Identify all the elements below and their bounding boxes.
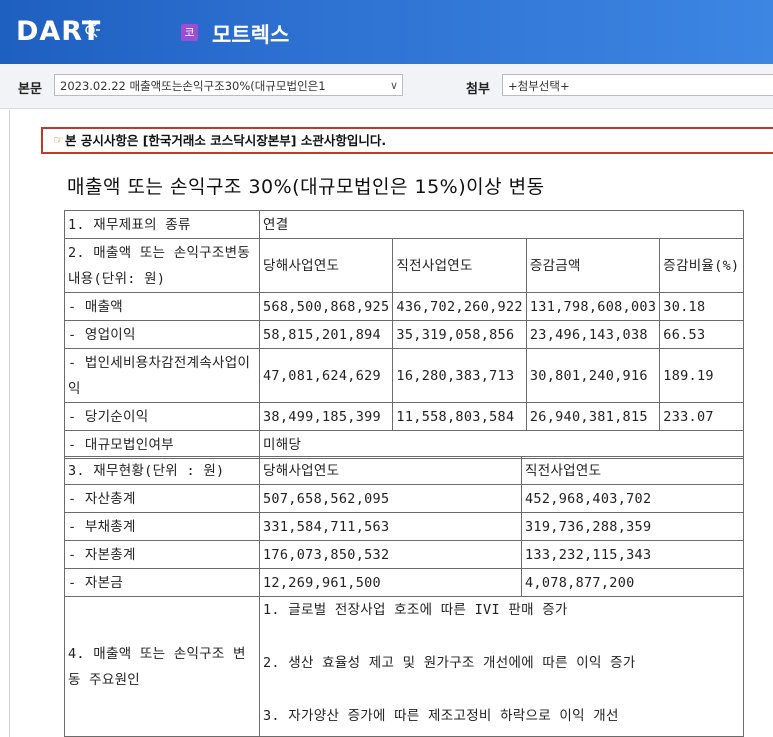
table-row: - 법인세비용차감전계속사업이익 47,081,624,629 16,280,3… bbox=[64, 348, 745, 403]
table-cell: 331,584,711,563 bbox=[259, 512, 522, 541]
document-title: 매출액 또는 손익구조 30%(대규모법인은 15%)이상 변동 bbox=[67, 176, 545, 198]
table-cell: 131,798,608,003 bbox=[525, 292, 661, 321]
column-header: 직전사업연도 bbox=[392, 238, 527, 293]
table-cell: 12,269,961,500 bbox=[259, 568, 522, 597]
row-label: 3. 재무현황(단위 : 원) bbox=[64, 456, 260, 485]
column-header: 당해사업연도 bbox=[259, 456, 522, 485]
attach-label: 첨부 bbox=[466, 82, 490, 97]
attach-select-value: +첨부선택+ bbox=[508, 79, 570, 93]
table-cell: 176,073,850,532 bbox=[259, 540, 522, 569]
table-cell: 452,968,403,702 bbox=[521, 484, 744, 513]
table-cell: 미해당 bbox=[258, 430, 745, 459]
row-label: 4. 매출액 또는 손익구조 변동 주요원인 bbox=[64, 596, 260, 737]
reason-line: 2. 생산 효율성 제고 및 원가구조 개선에에 따른 이익 증가 bbox=[263, 655, 636, 671]
table-row: - 대규모법인여부 미해당 bbox=[64, 430, 745, 459]
document-toolbar: 본문 2023.02.22 매출액또는손익구조30%(대규모법인은1 ∨ 첨부 … bbox=[0, 64, 773, 109]
table-cell: 35,319,058,856 bbox=[392, 320, 527, 349]
top-header: DART 코 모트렉스 bbox=[0, 0, 773, 64]
table-row: - 자본총계 176,073,850,532 133,232,115,343 bbox=[64, 540, 744, 569]
table-cell: 507,658,562,095 bbox=[259, 484, 522, 513]
financial-status-table: 3. 재무현황(단위 : 원) 당해사업연도 직전사업연도 - 자산총계 507… bbox=[64, 456, 744, 737]
table-cell: 319,736,288,359 bbox=[521, 512, 744, 541]
column-header: 증감금액 bbox=[525, 238, 661, 293]
table-cell: 26,940,381,815 bbox=[525, 402, 661, 431]
row-label: - 자산총계 bbox=[64, 484, 260, 513]
table-cell: 38,499,185,399 bbox=[258, 402, 394, 431]
table-row: 1. 재무제표의 종류 연결 bbox=[64, 210, 745, 239]
table-cell: 133,232,115,343 bbox=[521, 540, 744, 569]
attach-select[interactable]: +첨부선택+ bbox=[502, 74, 773, 96]
reason-line: 1. 글로벌 전장사업 호조에 따른 IVI 판매 증가 bbox=[263, 602, 568, 618]
table-row: - 자산총계 507,658,562,095 452,968,403,702 bbox=[64, 484, 744, 513]
report-table: 1. 재무제표의 종류 연결 2. 매출액 또는 손익구조변동내용(단위: 원)… bbox=[64, 210, 745, 459]
column-header: 당해사업연도 bbox=[258, 238, 394, 293]
table-row: 3. 재무현황(단위 : 원) 당해사업연도 직전사업연도 bbox=[64, 456, 744, 485]
row-label: - 부채총계 bbox=[64, 512, 260, 541]
dart-logo[interactable]: DART bbox=[16, 14, 101, 48]
notice-banner: ☞ 본 공시사항은 [한국거래소 코스닥시장본부] 소관사항입니다. bbox=[41, 127, 773, 154]
table-cell: 16,280,383,713 bbox=[392, 348, 527, 403]
body-select-value: 2023.02.22 매출액또는손익구조30%(대규모법인은1 bbox=[60, 79, 326, 93]
row-label: - 법인세비용차감전계속사업이익 bbox=[64, 348, 260, 403]
company-name[interactable]: 모트렉스 bbox=[212, 19, 289, 49]
row-label: - 자본총계 bbox=[64, 540, 260, 569]
statement-type: 연결 bbox=[258, 210, 745, 239]
table-row: 4. 매출액 또는 손익구조 변동 주요원인 1. 글로벌 전장사업 호조에 따… bbox=[64, 596, 744, 737]
table-cell: 189.19 bbox=[659, 348, 745, 403]
table-row: 2. 매출액 또는 손익구조변동내용(단위: 원) 당해사업연도 직전사업연도 … bbox=[64, 238, 745, 293]
row-label-text: 3. 재무현황(단위 : 원) bbox=[68, 462, 225, 479]
table-cell: 30,801,240,916 bbox=[525, 348, 661, 403]
table-cell: 4,078,877,200 bbox=[521, 568, 744, 597]
table-row: - 매출액 568,500,868,925 436,702,260,922 13… bbox=[64, 292, 745, 321]
table-cell: 568,500,868,925 bbox=[258, 292, 394, 321]
body-label: 본문 bbox=[18, 82, 42, 97]
pointing-hand-icon: ☞ bbox=[53, 133, 64, 147]
table-cell: 58,815,201,894 bbox=[258, 320, 394, 349]
reason-line: 3. 자가양산 증가에 따른 제조고정비 하락으로 이익 개선 bbox=[263, 708, 619, 724]
row-label: - 영업이익 bbox=[64, 320, 260, 349]
row-label: - 대규모법인여부 bbox=[64, 430, 260, 459]
row-label: 1. 재무제표의 종류 bbox=[64, 210, 260, 239]
body-document-select[interactable]: 2023.02.22 매출액또는손익구조30%(대규모법인은1 ∨ bbox=[54, 74, 403, 96]
table-cell: 47,081,624,629 bbox=[258, 348, 394, 403]
table-row: - 당기순이익 38,499,185,399 11,558,803,584 26… bbox=[64, 402, 745, 431]
table-row: - 자본금 12,269,961,500 4,078,877,200 bbox=[64, 568, 744, 597]
kosdaq-badge: 코 bbox=[181, 24, 198, 41]
table-cell: 436,702,260,922 bbox=[392, 292, 527, 321]
row-label: - 당기순이익 bbox=[64, 402, 260, 431]
column-header: 증감비율(%) bbox=[659, 238, 745, 293]
row-label: - 자본금 bbox=[64, 568, 260, 597]
table-cell: 23,496,143,038 bbox=[525, 320, 661, 349]
logo-burst-icon bbox=[85, 20, 101, 38]
table-row: - 부채총계 331,584,711,563 319,736,288,359 bbox=[64, 512, 744, 541]
row-label: 2. 매출액 또는 손익구조변동내용(단위: 원) bbox=[64, 238, 260, 293]
table-cell: 233.07 bbox=[659, 402, 745, 431]
table-cell: 11,558,803,584 bbox=[392, 402, 527, 431]
row-label: - 매출액 bbox=[64, 292, 260, 321]
reason-cell: 1. 글로벌 전장사업 호조에 따른 IVI 판매 증가 2. 생산 효율성 제… bbox=[259, 596, 744, 737]
column-header: 직전사업연도 bbox=[521, 456, 744, 485]
chevron-down-icon: ∨ bbox=[389, 79, 398, 92]
table-cell: 30.18 bbox=[659, 292, 745, 321]
table-row: - 영업이익 58,815,201,894 35,319,058,856 23,… bbox=[64, 320, 745, 349]
notice-text: 본 공시사항은 [한국거래소 코스닥시장본부] 소관사항입니다. bbox=[65, 133, 387, 148]
table-cell: 66.53 bbox=[659, 320, 745, 349]
